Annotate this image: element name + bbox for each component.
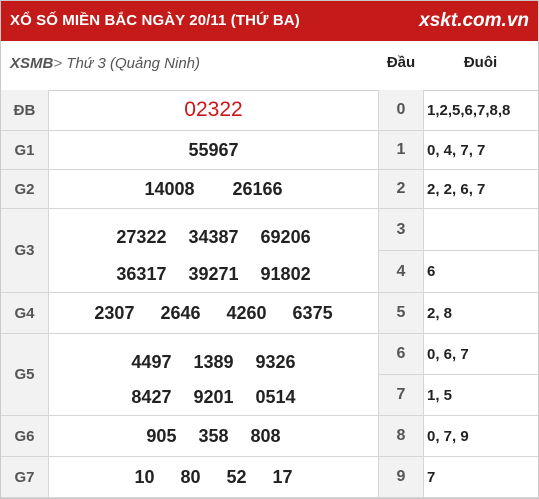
breadcrumb-day-link[interactable]: Thứ 3	[62, 55, 110, 72]
prize-number: 358	[198, 426, 229, 446]
special-prize-number: 02322	[184, 98, 243, 121]
prize-label: G2	[1, 170, 49, 208]
loto-dau: 2	[379, 170, 424, 208]
prize-number-line: 36317 39271 91802	[49, 263, 378, 285]
loto-row-6: 6 0, 6, 7	[379, 334, 538, 375]
loto-duoi: 0, 4, 7, 7	[427, 141, 486, 159]
loto-dau: 9	[379, 457, 424, 497]
loto-duoi: 1, 5	[427, 386, 453, 404]
loto-row-1: 1 0, 4, 7, 7	[379, 131, 538, 170]
prize-number: 34387	[188, 227, 239, 248]
loto-duoi: 1,2,5,6,7,8,8	[427, 101, 511, 119]
loto-dau: 5	[379, 293, 424, 333]
prize-number-line: 905 358 808	[49, 425, 378, 447]
prize-label: G1	[1, 131, 49, 169]
loto-row-8: 8 0, 7, 9	[379, 416, 538, 457]
prize-number: 36317	[116, 263, 167, 284]
loto-dau: 7	[379, 375, 424, 415]
prize-number-line: 27322 34387 69206	[49, 226, 378, 248]
prize-numbers: 4497 1389 9326 8427 9201 0514	[49, 334, 379, 415]
prize-number: 10	[134, 467, 155, 487]
prize-number-line: 10 80 52 17	[49, 466, 378, 488]
prize-numbers: 55967	[49, 131, 379, 169]
prize-number-line: 55967	[49, 139, 378, 161]
loto-duoi: 6	[427, 263, 436, 280]
prize-number: 2307	[94, 303, 135, 323]
breadcrumb-separator: >	[53, 55, 63, 72]
prize-number-line: 14008 26166	[49, 178, 378, 200]
prize-numbers: 14008 26166	[49, 170, 379, 208]
prize-number: 808	[250, 426, 281, 446]
loto-duoi: 7	[427, 468, 436, 486]
prize-label: G5	[1, 334, 49, 415]
col-header-dau: Đầu	[386, 54, 416, 71]
prize-numbers: 27322 34387 69206 36317 39271 91802	[49, 209, 379, 292]
breadcrumb: XSMB> Thứ 3 (Quảng Ninh)	[10, 41, 200, 87]
loto-row-3: 3	[379, 209, 538, 251]
prize-number-line: 02322	[49, 98, 378, 122]
prize-number: 26166	[232, 179, 283, 199]
prize-number: 6375	[292, 303, 333, 323]
loto-row-2: 2 2, 2, 6, 7	[379, 170, 538, 209]
loto-duoi: 0, 6, 7	[427, 345, 469, 363]
prize-number: 0514	[255, 387, 296, 408]
prize-number: 2646	[160, 303, 201, 323]
loto-row-5: 5 2, 8	[379, 293, 538, 334]
prize-numbers: 2307 2646 4260 6375	[49, 293, 379, 333]
prize-number-line: 4497 1389 9326	[49, 351, 378, 373]
loto-dau: 4	[379, 251, 424, 292]
prize-number: 55967	[188, 140, 239, 160]
prize-number: 4260	[226, 303, 267, 323]
loto-dau: 0	[379, 90, 424, 130]
prize-numbers: 02322	[49, 90, 379, 130]
site-logo[interactable]: xskt.com.vn	[419, 1, 529, 41]
loto-dau: 6	[379, 334, 424, 374]
prize-number: 27322	[116, 227, 167, 248]
results-title: XỔ SỐ MIỀN BẮC NGÀY 20/11 (THỨ BA)	[10, 12, 300, 29]
prize-number: 80	[180, 467, 201, 487]
prize-number: 52	[226, 467, 247, 487]
results-header: XỔ SỐ MIỀN BẮC NGÀY 20/11 (THỨ BA) xskt.…	[1, 1, 538, 41]
prize-number: 905	[146, 426, 177, 446]
prize-number: 39271	[188, 263, 239, 284]
prize-number: 9201	[193, 387, 234, 408]
prize-numbers: 905 358 808	[49, 416, 379, 456]
prize-number: 9326	[255, 351, 296, 372]
prize-number: 1389	[193, 351, 234, 372]
loto-dau: 3	[379, 209, 424, 250]
loto-row-7: 7 1, 5	[379, 375, 538, 416]
col-header-duoi: Đuôi	[463, 54, 498, 71]
breadcrumb-province: (Quảng Ninh)	[109, 55, 201, 72]
prize-number: 14008	[144, 179, 195, 199]
prize-label: G7	[1, 457, 49, 497]
prize-label: G3	[1, 209, 49, 292]
loto-duoi: 2, 2, 6, 7	[427, 180, 486, 198]
prize-number: 17	[272, 467, 293, 487]
loto-row-9: 97	[379, 457, 538, 498]
prize-number-line: 8427 9201 0514	[49, 386, 378, 408]
prize-number: 69206	[260, 227, 311, 248]
prize-label: G6	[1, 416, 49, 456]
loto-duoi: 2, 8	[427, 304, 453, 322]
prize-numbers: 10 80 52 17	[49, 457, 379, 497]
prize-number-line: 2307 2646 4260 6375	[49, 302, 378, 324]
breadcrumb-xsmb-link[interactable]: XSMB	[10, 55, 53, 72]
prize-label: ĐB	[1, 90, 49, 130]
prize-number: 8427	[131, 387, 172, 408]
prize-number: 91802	[260, 263, 311, 284]
loto-row-0: 0 1,2,5,6,7,8,8	[379, 90, 538, 131]
loto-duoi: 0, 7, 9	[427, 427, 469, 445]
loto-row-4: 46	[379, 251, 538, 293]
prize-number: 4497	[131, 351, 172, 372]
prize-label: G4	[1, 293, 49, 333]
results-card: XỔ SỐ MIỀN BẮC NGÀY 20/11 (THỨ BA) xskt.…	[0, 0, 539, 499]
loto-dau: 8	[379, 416, 424, 456]
loto-dau: 1	[379, 131, 424, 169]
